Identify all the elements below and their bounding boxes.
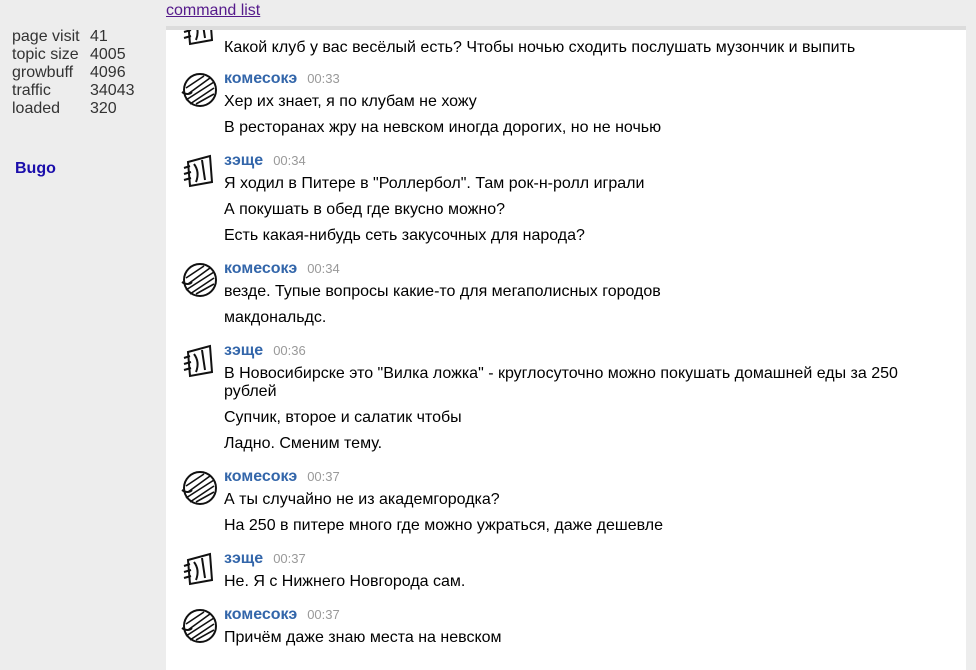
message-text: В Новосибирске это "Вилка ложка" - кругл…	[224, 365, 898, 400]
avatar-komesoke-icon[interactable]	[180, 606, 220, 646]
stat-value: 4096	[90, 64, 126, 81]
stat-value: 34043	[90, 82, 135, 99]
message-text: Причём даже знаю места на невском	[224, 629, 502, 646]
message-author[interactable]: зэще	[224, 152, 263, 169]
stat-label: topic size	[12, 46, 79, 63]
stat-loaded: loaded 320	[12, 100, 135, 118]
message-author[interactable]: зэще	[224, 342, 263, 359]
message-author[interactable]: комесокэ	[224, 260, 297, 277]
avatar-komesoke-icon[interactable]	[180, 260, 220, 300]
avatar-zeshche-icon[interactable]	[180, 550, 220, 590]
command-list-link[interactable]: command list	[166, 2, 260, 20]
message-text: В ресторанах жру на невском иногда дорог…	[224, 119, 662, 136]
message-time: 00:33	[307, 71, 340, 86]
avatar-zeshche-icon[interactable]	[180, 342, 220, 382]
message-time: 00:34	[307, 261, 340, 276]
stat-value: 4005	[90, 46, 126, 63]
avatar-zeshche-icon[interactable]	[180, 152, 220, 192]
stat-label: loaded	[12, 100, 61, 117]
message-time: 00:36	[273, 343, 306, 358]
avatar-komesoke-icon[interactable]	[180, 468, 220, 508]
stat-topic-size: topic size 4005	[12, 46, 135, 64]
message-text: макдональдс.	[224, 309, 327, 326]
message-author[interactable]: комесокэ	[224, 70, 297, 87]
message-text: Какой клуб у вас весёлый есть? Чтобы ноч…	[224, 39, 856, 56]
message-time: 00:34	[273, 153, 306, 168]
message-text: Хер их знает, я по клубам не хожу	[224, 93, 477, 110]
stat-label: traffic	[12, 82, 51, 99]
stat-label: page visit	[12, 28, 80, 45]
message-text: Не. Я с Нижнего Новгорода сам.	[224, 573, 466, 590]
stats-panel: page visit 41 topic size 4005 growbuff 4…	[12, 28, 135, 118]
message-author[interactable]: комесокэ	[224, 468, 297, 485]
stat-traffic: traffic 34043	[12, 82, 135, 100]
message-text: везде. Тупые вопросы какие-то для мегапо…	[224, 283, 661, 300]
message-text: На 250 в питере много где можно ужраться…	[224, 517, 663, 534]
message-text: Супчик, второе и салатик чтобы	[224, 409, 462, 426]
stat-value: 41	[90, 28, 108, 45]
message-text: А ты случайно не из академгородка?	[224, 491, 500, 508]
stat-growbuff: growbuff 4096	[12, 64, 135, 82]
message-time: 00:37	[307, 469, 340, 484]
chat-log[interactable]: Какой клуб у вас весёлый есть? Чтобы ноч…	[166, 26, 966, 670]
stat-value: 320	[90, 100, 117, 117]
message-text: Есть какая-нибудь сеть закусочных для на…	[224, 227, 585, 244]
avatar-komesoke-icon[interactable]	[180, 70, 220, 110]
message-time: 00:37	[273, 551, 306, 566]
stat-page-visit: page visit 41	[12, 28, 135, 46]
message-author[interactable]: зэще	[224, 550, 263, 567]
brand-link[interactable]: Bugo	[15, 160, 56, 178]
message-author[interactable]: комесокэ	[224, 606, 297, 623]
message-text: А покушать в обед где вкусно можно?	[224, 201, 506, 218]
stat-label: growbuff	[12, 64, 74, 81]
message-text: Ладно. Сменим тему.	[224, 435, 383, 452]
message-text: Я ходил в Питере в "Роллербол". Там рок-…	[224, 175, 645, 192]
message-time: 00:37	[307, 607, 340, 622]
avatar-zeshche-icon[interactable]	[180, 30, 220, 50]
